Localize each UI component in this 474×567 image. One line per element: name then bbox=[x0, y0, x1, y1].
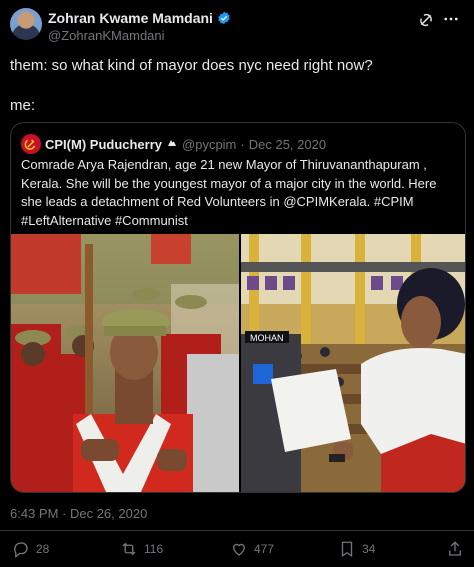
quote-photo-council-hall[interactable]: MOHAN bbox=[241, 234, 465, 492]
repost-count: 116 bbox=[144, 542, 164, 556]
repost-icon bbox=[122, 542, 136, 556]
quoted-tweet[interactable]: CPI(M) Puducherry @pycpim · Dec 25, 2020… bbox=[10, 122, 466, 493]
tweet-line: them: so what kind of mayor does nyc nee… bbox=[10, 57, 373, 74]
share-button[interactable] bbox=[446, 540, 464, 558]
grok-icon[interactable] bbox=[418, 12, 434, 28]
quote-date[interactable]: Dec 25, 2020 bbox=[249, 137, 326, 152]
quote-header: CPI(M) Puducherry @pycpim · Dec 25, 2020 bbox=[21, 134, 326, 154]
divider bbox=[0, 530, 474, 531]
bookmark-icon bbox=[341, 541, 353, 558]
verified-badge-icon bbox=[217, 11, 231, 25]
bot-icon bbox=[166, 137, 178, 152]
bookmark-button[interactable]: 34 bbox=[338, 540, 375, 558]
like-count: 477 bbox=[254, 542, 275, 556]
tweet-timestamp[interactable]: 6:43 PM · Dec 26, 2020 bbox=[10, 506, 147, 521]
quote-author-handle[interactable]: @pycpim bbox=[182, 137, 236, 152]
quote-text: Comrade Arya Rajendran, age 21 new Mayor… bbox=[21, 157, 437, 228]
more-icon[interactable] bbox=[442, 10, 460, 28]
author-name[interactable]: Zohran Kwame Mamdani bbox=[48, 10, 213, 26]
author-name-row: Zohran Kwame Mamdani bbox=[48, 10, 231, 26]
like-icon bbox=[233, 543, 245, 556]
quote-author-name[interactable]: CPI(M) Puducherry bbox=[45, 137, 162, 152]
author-handle[interactable]: @ZohranKMamdani bbox=[48, 28, 165, 43]
tweet-line: me: bbox=[10, 97, 36, 114]
bookmark-count: 34 bbox=[362, 542, 376, 556]
quote-separator: · bbox=[240, 136, 245, 152]
reply-icon bbox=[14, 542, 28, 558]
share-icon bbox=[449, 541, 461, 556]
quote-photo-volunteers[interactable] bbox=[11, 234, 239, 492]
action-bar: 28 116 477 34 bbox=[0, 540, 474, 564]
reply-button[interactable]: 28 bbox=[12, 540, 49, 558]
podium-sign: MOHAN bbox=[250, 333, 284, 343]
tweet-header: Zohran Kwame Mamdani @ZohranKMamdani bbox=[10, 8, 464, 44]
like-button[interactable]: 477 bbox=[230, 540, 274, 558]
hammer-sickle-icon[interactable] bbox=[21, 134, 41, 154]
repost-button[interactable]: 116 bbox=[120, 540, 163, 558]
reply-count: 28 bbox=[36, 542, 50, 556]
author-avatar[interactable] bbox=[10, 8, 42, 40]
